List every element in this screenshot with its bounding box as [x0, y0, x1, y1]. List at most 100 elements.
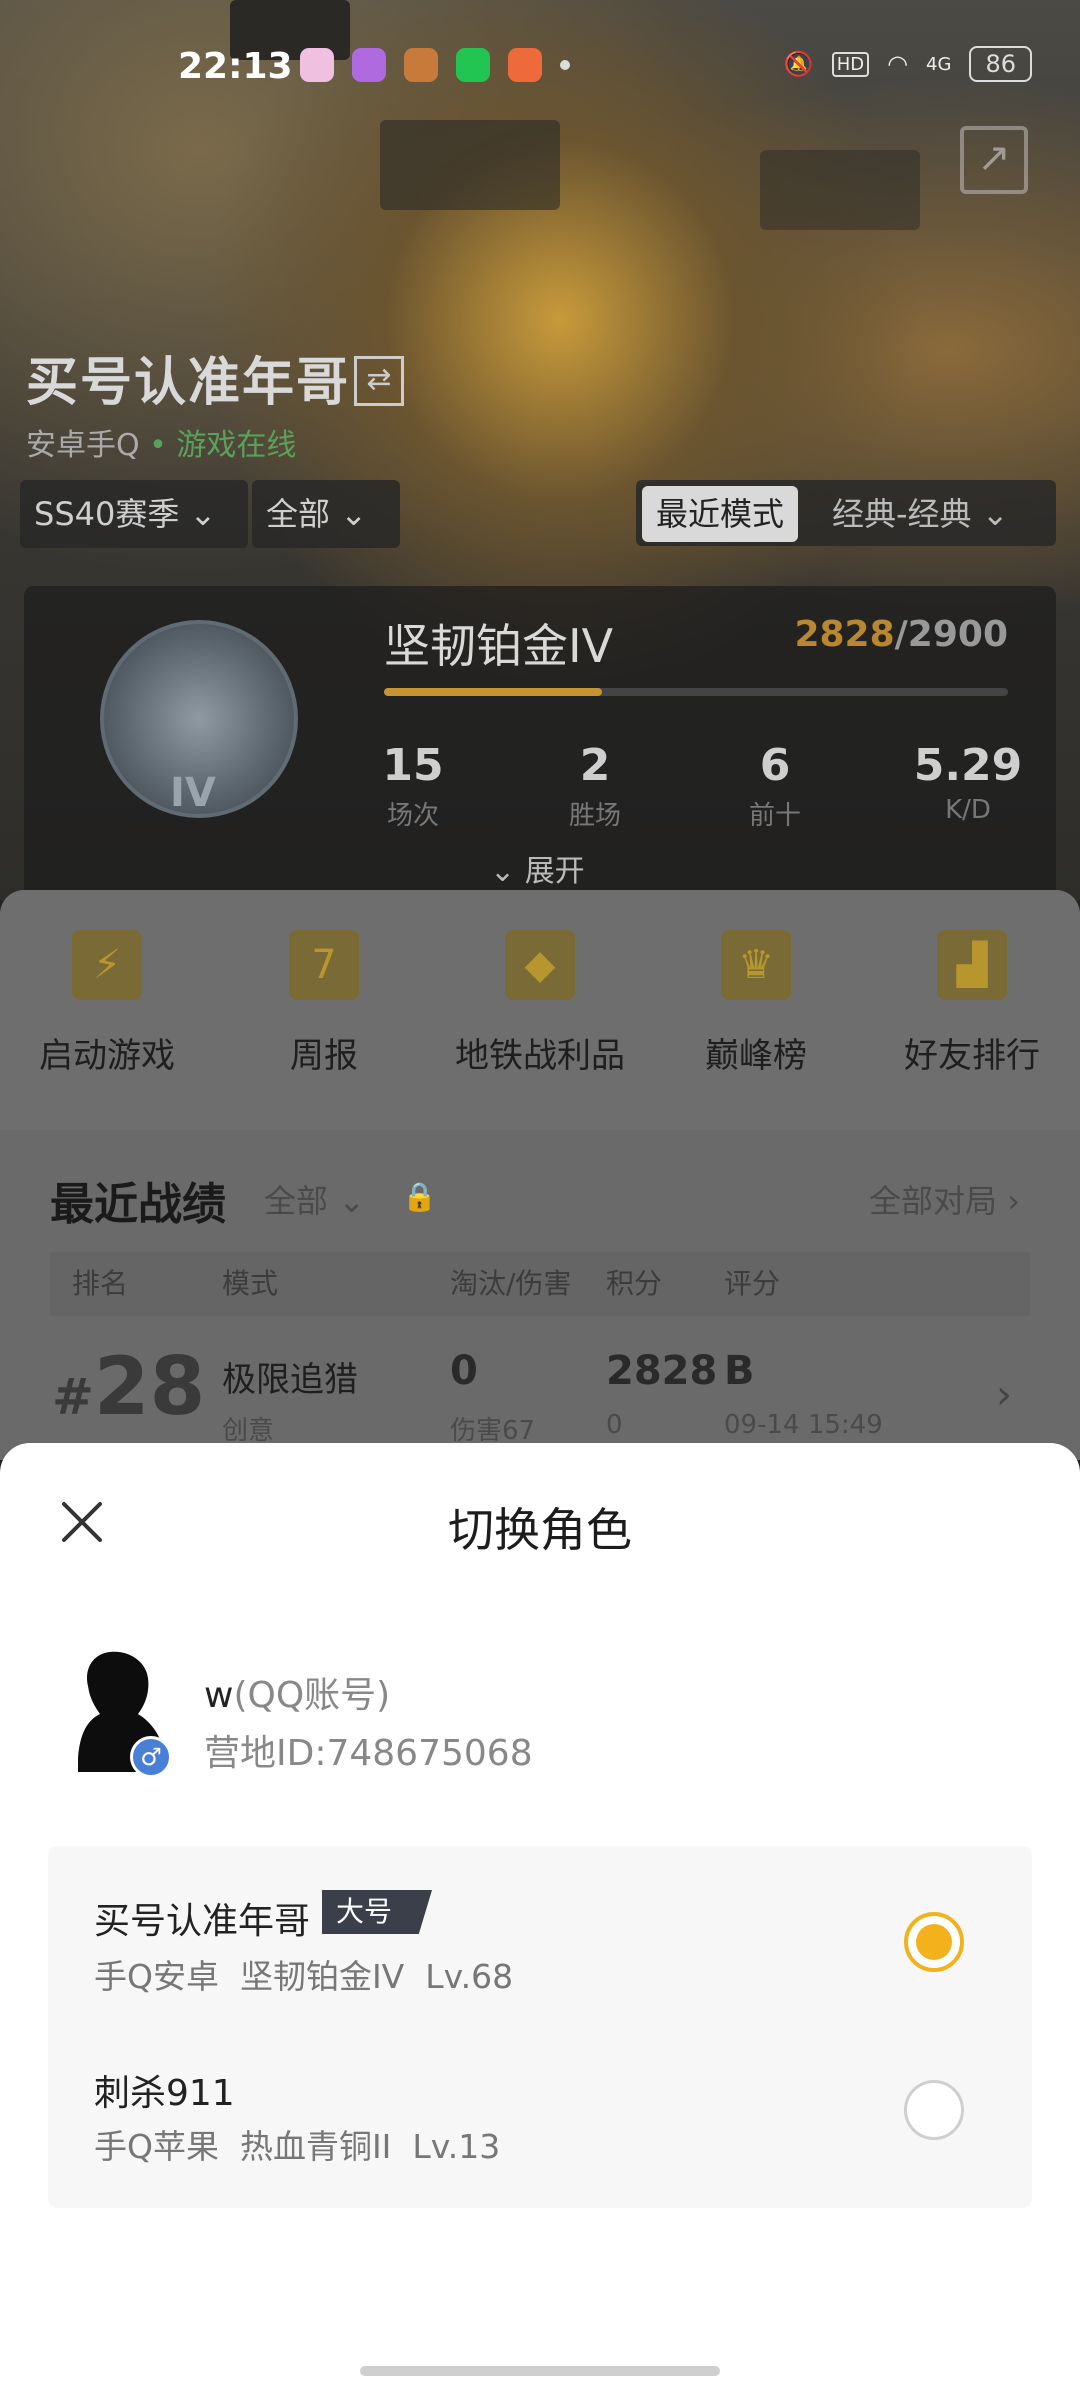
- quick-action-label: 启动游戏: [39, 1036, 175, 1076]
- quick-action-label: 地铁战利品: [455, 1036, 625, 1076]
- record-grade: B: [724, 1348, 755, 1394]
- switch-role-icon[interactable]: ⇄: [354, 356, 404, 406]
- expand-button[interactable]: ⌄ 展开: [490, 846, 585, 890]
- stat-wins: 2 胜场: [515, 740, 675, 832]
- record-points-change: 0: [606, 1410, 623, 1440]
- tab-classic-label: 经典-经典: [832, 495, 972, 533]
- app-icon: [508, 48, 542, 82]
- chevron-right-icon[interactable]: ›: [996, 1372, 1012, 1418]
- online-status: • 游戏在线: [149, 428, 297, 463]
- quick-action-label: 巅峰榜: [705, 1036, 807, 1076]
- record-points: 2828: [606, 1348, 718, 1394]
- column-header-rank: 排名: [72, 1267, 129, 1300]
- stat-value: 6: [759, 740, 791, 791]
- records-filter-dropdown[interactable]: 全部 ⌄: [264, 1176, 365, 1222]
- rank-name: 坚韧铂金IV: [384, 619, 614, 673]
- player-name: 买号认准年哥: [26, 353, 351, 413]
- role-radio-unselected[interactable]: [904, 2080, 964, 2140]
- stat-top10: 6 前十: [695, 740, 855, 832]
- rank-value: 28: [93, 1340, 206, 1433]
- quick-action-launch-game[interactable]: ⚡ 启动游戏: [7, 930, 207, 1077]
- quick-action-friend-rank[interactable]: ▟ 好友排行: [872, 930, 1072, 1077]
- notification-app-icons: [300, 48, 570, 82]
- score-target: /2900: [894, 614, 1008, 655]
- stat-label: 胜场: [568, 801, 621, 831]
- camp-id: 营地ID:748675068: [204, 1733, 533, 1774]
- app-icon: [352, 48, 386, 82]
- role-radio-selected[interactable]: [904, 1912, 964, 1972]
- stat-value: 5.29: [913, 740, 1023, 791]
- share-icon[interactable]: ↗: [960, 126, 1028, 194]
- stat-matches: 15 场次: [333, 740, 493, 832]
- column-header-kills-damage: 淘汰/伤害: [450, 1267, 572, 1300]
- chevron-down-icon: ⌄: [490, 854, 525, 889]
- app-icon: [404, 48, 438, 82]
- chevron-right-icon: ›: [997, 1182, 1020, 1220]
- status-bar: 22:13 🔕 HD ◠ 4G 86: [0, 0, 1080, 140]
- role-name[interactable]: 刺杀911: [94, 2064, 235, 2116]
- season-dropdown[interactable]: SS40赛季 ⌄: [20, 480, 248, 548]
- filter-label: 全部: [266, 495, 331, 533]
- more-notifications-dot: [560, 60, 570, 70]
- role-details: 手Q苹果 热血青铜II Lv.13: [94, 2127, 501, 2166]
- platform-info: 安卓手Q • 游戏在线: [26, 420, 296, 464]
- stat-label: 前十: [748, 801, 801, 831]
- sheet-title: 切换角色: [448, 1503, 632, 1557]
- stat-kd: 5.29 K/D: [888, 740, 1048, 825]
- quick-action-label: 周报: [290, 1036, 358, 1076]
- rank-score: 2828/2900: [794, 614, 1008, 655]
- account-type: (QQ账号): [233, 1675, 391, 1716]
- column-header-mode: 模式: [222, 1267, 279, 1300]
- battery-icon: 86: [969, 46, 1032, 82]
- record-damage: 伤害67: [450, 1416, 536, 1446]
- app-icon: [300, 48, 334, 82]
- home-indicator[interactable]: [360, 2366, 720, 2376]
- chevron-down-icon: ⌄: [328, 1182, 365, 1220]
- account-name: w(QQ账号): [204, 1666, 390, 1718]
- stat-label: K/D: [945, 795, 991, 825]
- status-time: 22:13: [178, 46, 293, 87]
- role-name[interactable]: 买号认准年哥: [94, 1892, 310, 1944]
- main-account-badge: 大号: [322, 1890, 433, 1934]
- quick-action-weekly-report[interactable]: 7 周报: [224, 930, 424, 1077]
- banner-roof-decoration: [760, 150, 920, 230]
- expand-label: 展开: [524, 854, 585, 889]
- rank-progress-fill: [384, 688, 602, 696]
- signal-icon: 4G: [926, 53, 952, 75]
- record-kills: 0: [450, 1348, 478, 1394]
- calendar-icon: 7: [289, 930, 359, 1000]
- column-header-points: 积分: [606, 1267, 663, 1300]
- quick-action-peak-board[interactable]: ♛ 巅峰榜: [656, 930, 856, 1077]
- stat-value: 2: [579, 740, 611, 791]
- tab-classic-mode[interactable]: 经典-经典 ⌄: [832, 486, 1009, 542]
- stat-label: 场次: [386, 801, 439, 831]
- column-header-grade: 评分: [724, 1267, 781, 1300]
- rank-tier-roman: IV: [170, 770, 216, 816]
- chevron-down-icon: ⌄: [189, 495, 217, 533]
- records-filter-label: 全部: [264, 1182, 329, 1220]
- mute-icon: 🔕: [783, 50, 814, 78]
- all-games-link[interactable]: 全部对局 ›: [869, 1176, 1020, 1222]
- rank-prefix: #: [52, 1368, 94, 1426]
- chevron-down-icon: ⌄: [340, 495, 367, 533]
- podium-icon: ▟: [937, 930, 1007, 1000]
- stat-value: 15: [382, 740, 444, 791]
- record-rank: #28: [52, 1340, 205, 1433]
- account-nickname: w: [204, 1675, 234, 1716]
- peak-shield-icon: ♛: [721, 930, 791, 1000]
- tab-recent-mode[interactable]: 最近模式: [642, 486, 799, 542]
- role-details: 手Q安卓 坚韧铂金IV Lv.68: [94, 1957, 514, 1996]
- platform-label: 安卓手Q: [26, 428, 140, 463]
- filter-dropdown[interactable]: 全部 ⌄: [252, 480, 400, 548]
- lightning-icon: ⚡: [72, 930, 142, 1000]
- system-status-icons: 🔕 HD ◠ 4G 86: [784, 46, 1032, 82]
- records-title: 最近战绩: [50, 1179, 226, 1230]
- record-mode-sub: 创意: [222, 1416, 275, 1446]
- hd-icon: HD: [831, 51, 870, 77]
- chevron-down-icon: ⌄: [981, 495, 1009, 533]
- season-label: SS40赛季: [34, 495, 180, 533]
- score-current: 2828: [794, 614, 895, 655]
- online-status-text: 游戏在线: [176, 428, 297, 463]
- quick-action-metro-loot[interactable]: ◆ 地铁战利品: [440, 930, 640, 1077]
- lock-icon: 🔒: [402, 1180, 437, 1213]
